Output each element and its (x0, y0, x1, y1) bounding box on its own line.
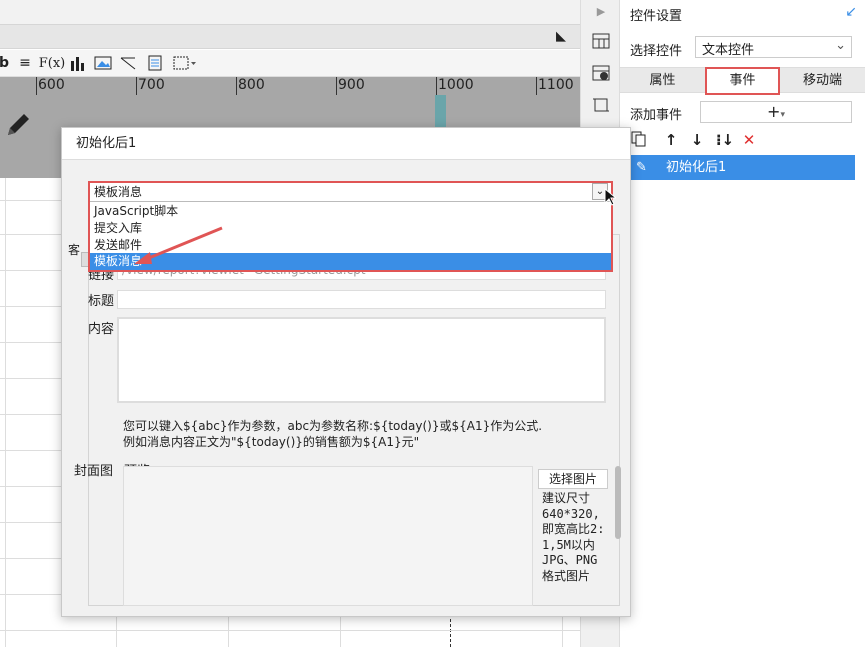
size-note-line: 即宽高比2: (542, 522, 605, 536)
collapse-bar: ◣ (0, 24, 580, 49)
ruler-tick: 700 (138, 77, 165, 93)
partial-label: 客 (68, 243, 81, 257)
ruler-tick: 800 (238, 77, 265, 93)
edit-pencil-icon[interactable]: ✎ (636, 155, 647, 180)
size-note-line: 1,5M以内 (542, 537, 595, 552)
content-textarea[interactable] (117, 317, 606, 403)
table-layout-icon[interactable] (590, 30, 612, 52)
expand-arrow-icon[interactable]: ▶ (590, 0, 612, 22)
dropdown-selected-label: 模板消息 (94, 185, 143, 199)
bold-icon[interactable]: b (0, 54, 14, 72)
ruler-tick: 1100 (538, 77, 574, 93)
title-label: 标题 (88, 294, 115, 309)
widget-frame-icon[interactable] (590, 94, 612, 116)
bar-chart-icon[interactable] (68, 54, 88, 72)
size-note-line: 建议尺寸 (542, 491, 591, 505)
hint-line-2: 例如消息内容正文为"${today()}的销售额为${A1}元" (123, 435, 420, 449)
widget-type-select[interactable]: 文本控件 ⌄ (695, 36, 852, 58)
dropdown-caret-icon: ▾ (780, 110, 785, 120)
border-icon[interactable] (172, 54, 198, 72)
pin-icon[interactable]: ↙ (845, 4, 857, 20)
event-dialog: 初始化后1 客 链接 /view/report?viewlet=GettingS… (61, 127, 631, 617)
tab-mobile[interactable]: 移动端 (780, 68, 865, 93)
ruler-tick: 900 (338, 77, 365, 93)
horizontal-ruler: 600 700 800 900 1000 1100 (0, 77, 580, 95)
content-label: 内容 (88, 322, 115, 337)
collapse-icon[interactable]: ◣ (556, 29, 566, 44)
page-icon[interactable] (145, 54, 165, 72)
event-list-item[interactable]: ✎ 初始化后1 (630, 155, 855, 180)
size-note-line: 640*320, (542, 506, 600, 521)
line-icon[interactable] (118, 54, 138, 72)
settings-tabs: 属性 事件 移动端 (620, 67, 865, 95)
panel-title: 控件设置 (630, 9, 683, 24)
formula-icon[interactable]: F(x) (39, 54, 66, 72)
delete-icon[interactable]: ✕ (740, 131, 758, 151)
size-note: 建议尺寸 640*320, 即宽高比2: 1,5M以内 JPG、PNG 格式图片 (542, 491, 608, 584)
add-event-label: 添加事件 (630, 108, 683, 123)
move-up-icon[interactable]: ↑ (662, 131, 680, 151)
hint-text: 您可以键入${abc}作为参数，abc为参数名称:${today()}或${A1… (123, 418, 542, 450)
plus-icon: + (767, 102, 781, 121)
editor-top-bar (0, 0, 580, 24)
chevron-down-icon: ⌄ (835, 38, 846, 53)
align-icon[interactable]: ≡ (15, 54, 35, 72)
hint-line-1: 您可以键入${abc}作为参数，abc为参数名称:${today()}或${A1… (123, 419, 543, 433)
cover-label: 封面图 (74, 464, 114, 479)
choose-image-button[interactable]: 选择图片 (538, 469, 608, 489)
copy-icon[interactable] (630, 131, 648, 151)
ruler-tick: 1000 (438, 77, 474, 93)
add-event-button[interactable]: +▾ (700, 101, 852, 123)
dropdown-option-javascript[interactable]: JavaScript脚本 (90, 203, 611, 220)
widget-type-value: 文本控件 (702, 43, 755, 58)
dialog-title: 初始化后1 (62, 128, 630, 160)
tab-events[interactable]: 事件 (705, 67, 780, 95)
title-input[interactable] (117, 290, 606, 309)
mouse-cursor-icon (604, 188, 616, 206)
tab-properties[interactable]: 属性 (620, 68, 705, 93)
select-widget-label: 选择控件 (630, 44, 683, 59)
size-note-line: 格式图片 (542, 568, 591, 583)
event-item-label: 初始化后1 (666, 160, 727, 175)
image-icon[interactable] (93, 54, 113, 72)
cover-preview (123, 466, 533, 606)
move-down-icon[interactable]: ↓ (688, 131, 706, 151)
widget-settings-panel: 控件设置 ↙ 选择控件 文本控件 ⌄ 属性 事件 移动端 添加事件 +▾ ↑ ↓… (620, 0, 865, 647)
size-note-line: JPG、PNG (542, 553, 598, 567)
move-bottom-icon[interactable]: ⁝↓ (714, 131, 736, 151)
ruler-tick: 600 (38, 77, 65, 93)
dropdown-selected[interactable]: 模板消息 ⌄ (90, 183, 611, 202)
annotation-arrow-icon (134, 226, 223, 264)
cell-info-icon[interactable] (590, 62, 612, 84)
format-toolbar: b ≡ F(x) (0, 50, 580, 77)
scrollbar[interactable] (615, 466, 621, 539)
pencil-icon[interactable] (4, 109, 34, 142)
